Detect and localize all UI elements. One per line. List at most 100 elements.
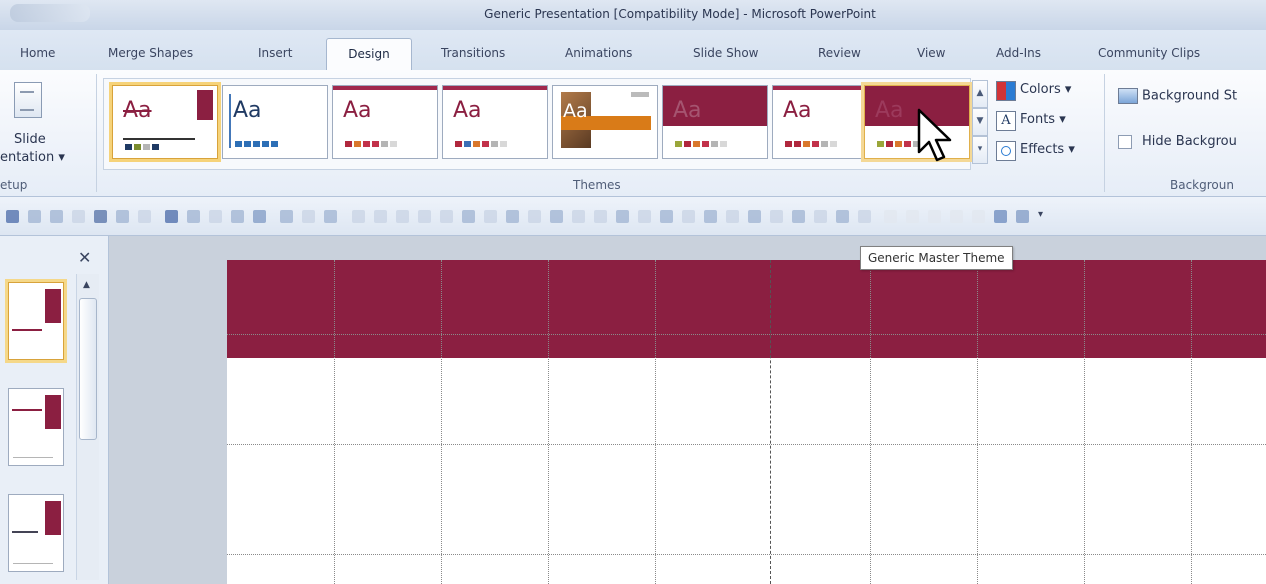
tool-icon[interactable] bbox=[682, 210, 695, 223]
slide-orientation-icon[interactable] bbox=[14, 82, 42, 118]
tool-icon[interactable] bbox=[660, 210, 673, 223]
tool-icon[interactable] bbox=[994, 210, 1007, 223]
effects-icon-circle bbox=[1001, 146, 1011, 156]
tool-icon[interactable] bbox=[302, 210, 315, 223]
slide-title-line bbox=[12, 531, 38, 533]
tool-icon[interactable] bbox=[506, 210, 519, 223]
slide-orientation-label-1[interactable]: Slide bbox=[14, 132, 46, 147]
theme-color-swatches bbox=[345, 141, 397, 147]
tool-icon[interactable] bbox=[374, 210, 387, 223]
tab-insert[interactable]: Insert bbox=[258, 38, 292, 70]
center-guide[interactable] bbox=[770, 260, 771, 584]
slides-panel-scrollbar[interactable]: ▲ bbox=[76, 274, 99, 580]
tool-icon[interactable] bbox=[187, 210, 200, 223]
tool-icon[interactable] bbox=[638, 210, 651, 223]
gallery-scroll-up-button[interactable]: ▲ bbox=[972, 80, 988, 108]
tool-icon[interactable] bbox=[616, 210, 629, 223]
tab-review[interactable]: Review bbox=[818, 38, 861, 70]
slide-thumbnail-1[interactable] bbox=[8, 282, 64, 360]
theme-tooltip: Generic Master Theme bbox=[860, 246, 1013, 270]
gallery-more-button[interactable]: ▾ bbox=[972, 136, 988, 164]
tool-icon[interactable] bbox=[572, 210, 585, 223]
tool-icon[interactable] bbox=[792, 210, 805, 223]
tool-icon[interactable] bbox=[884, 210, 897, 223]
tool-icon[interactable] bbox=[928, 210, 941, 223]
theme-maroon-thumb-2[interactable]: Aa bbox=[442, 85, 548, 159]
tab-animations[interactable]: Animations bbox=[565, 38, 632, 70]
tool-icon[interactable] bbox=[1016, 210, 1029, 223]
tool-icon[interactable] bbox=[704, 210, 717, 223]
tool-icon[interactable] bbox=[50, 210, 63, 223]
theme-office-thumb[interactable]: Aa bbox=[112, 85, 218, 159]
theme-maroon-thumb-3[interactable]: Aa bbox=[772, 85, 878, 159]
tool-icon[interactable] bbox=[440, 210, 453, 223]
slide-editor[interactable] bbox=[227, 260, 1266, 584]
tab-add-ins[interactable]: Add-Ins bbox=[996, 38, 1041, 70]
tool-icon[interactable] bbox=[726, 210, 739, 223]
slide-thumbnail-2[interactable] bbox=[8, 388, 64, 466]
tab-community-clips[interactable]: Community Clips bbox=[1098, 38, 1200, 70]
theme-color-swatches bbox=[785, 141, 837, 147]
tool-icon[interactable] bbox=[165, 210, 178, 223]
tool-icon[interactable] bbox=[138, 210, 151, 223]
tool-icon[interactable] bbox=[209, 210, 222, 223]
tool-icon[interactable] bbox=[352, 210, 365, 223]
grid-line bbox=[548, 260, 549, 584]
tool-icon[interactable] bbox=[231, 210, 244, 223]
theme-blue-thumb[interactable]: Aa bbox=[222, 85, 328, 159]
tool-icon[interactable] bbox=[594, 210, 607, 223]
tool-icon[interactable] bbox=[28, 210, 41, 223]
tab-home[interactable]: Home bbox=[20, 38, 55, 70]
tool-icon[interactable] bbox=[253, 210, 266, 223]
customize-toolbar-icon[interactable]: ▾ bbox=[1038, 209, 1043, 220]
theme-maroon-thumb-1[interactable]: Aa bbox=[332, 85, 438, 159]
theme-logo-mark bbox=[631, 92, 649, 97]
scrollbar-thumb[interactable] bbox=[79, 298, 97, 440]
close-panel-icon[interactable]: ✕ bbox=[78, 248, 91, 267]
theme-color-swatches bbox=[455, 141, 507, 147]
gallery-scroll-down-button[interactable]: ▼ bbox=[972, 108, 988, 136]
tool-icon[interactable] bbox=[94, 210, 107, 223]
tool-icon[interactable] bbox=[550, 210, 563, 223]
tab-design[interactable]: Design bbox=[326, 38, 412, 71]
tool-icon[interactable] bbox=[814, 210, 827, 223]
slide-header-band bbox=[227, 260, 1266, 358]
scroll-up-icon[interactable]: ▲ bbox=[83, 280, 90, 290]
tool-icon[interactable] bbox=[748, 210, 761, 223]
background-styles-button[interactable]: Background St bbox=[1118, 88, 1237, 104]
tab-slide-show[interactable]: Slide Show bbox=[693, 38, 758, 70]
tool-icon[interactable] bbox=[280, 210, 293, 223]
checkbox-icon bbox=[1118, 134, 1132, 149]
tool-icon[interactable] bbox=[396, 210, 409, 223]
theme-dark-maroon-thumb[interactable]: Aa bbox=[662, 85, 768, 159]
background-styles-icon bbox=[1118, 88, 1138, 104]
theme-photo-thumb[interactable]: Aa bbox=[552, 85, 658, 159]
slide-thumbnail-3[interactable] bbox=[8, 494, 64, 572]
theme-aa-label: Aa bbox=[453, 98, 482, 123]
tool-icon[interactable] bbox=[836, 210, 849, 223]
theme-aa-label: Aa bbox=[563, 100, 588, 122]
tool-icon[interactable] bbox=[484, 210, 497, 223]
tool-icon[interactable] bbox=[116, 210, 129, 223]
tool-icon[interactable] bbox=[950, 210, 963, 223]
tab-transitions[interactable]: Transitions bbox=[441, 38, 505, 70]
tool-icon[interactable] bbox=[972, 210, 985, 223]
tool-icon[interactable] bbox=[858, 210, 871, 223]
tool-icon[interactable] bbox=[528, 210, 541, 223]
tool-icon[interactable] bbox=[770, 210, 783, 223]
fonts-label: Fonts ▾ bbox=[1020, 112, 1066, 127]
tool-icon[interactable] bbox=[72, 210, 85, 223]
tool-icon[interactable] bbox=[6, 210, 19, 223]
slide-footer-line bbox=[13, 457, 53, 458]
colors-label: Colors ▾ bbox=[1020, 82, 1072, 97]
slide-orientation-label-2[interactable]: entation ▾ bbox=[0, 150, 65, 165]
grid-line bbox=[227, 444, 1266, 445]
tab-merge-shapes[interactable]: Merge Shapes bbox=[108, 38, 193, 70]
group-divider bbox=[1104, 74, 1105, 192]
tool-icon[interactable] bbox=[324, 210, 337, 223]
tool-icon[interactable] bbox=[906, 210, 919, 223]
hide-background-checkbox[interactable]: Hide Backgrou bbox=[1118, 134, 1237, 149]
tool-icon[interactable] bbox=[462, 210, 475, 223]
tool-icon[interactable] bbox=[418, 210, 431, 223]
tab-view[interactable]: View bbox=[917, 38, 945, 70]
